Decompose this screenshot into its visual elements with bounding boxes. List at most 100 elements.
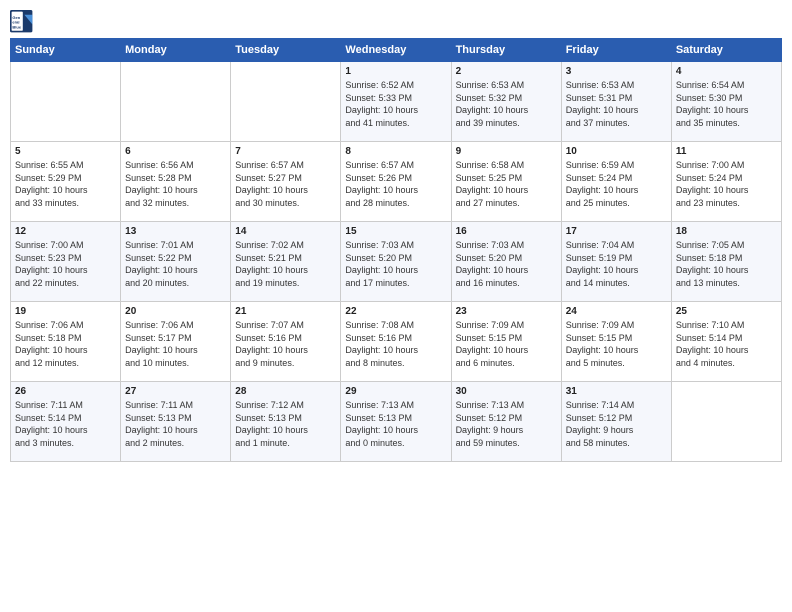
- svg-text:Blue: Blue: [12, 24, 21, 29]
- cell-info: Sunset: 5:27 PM: [235, 172, 336, 185]
- cell-info: and 13 minutes.: [676, 277, 777, 290]
- cell-info: Daylight: 10 hours: [235, 184, 336, 197]
- cell-info: and 59 minutes.: [456, 437, 557, 450]
- calendar-cell: 24Sunrise: 7:09 AMSunset: 5:15 PMDayligh…: [561, 302, 671, 382]
- cell-info: Sunset: 5:31 PM: [566, 92, 667, 105]
- cell-info: Sunset: 5:16 PM: [345, 332, 446, 345]
- day-number: 25: [676, 306, 777, 317]
- cell-info: Daylight: 9 hours: [456, 424, 557, 437]
- calendar-cell: 20Sunrise: 7:06 AMSunset: 5:17 PMDayligh…: [121, 302, 231, 382]
- calendar-cell: 16Sunrise: 7:03 AMSunset: 5:20 PMDayligh…: [451, 222, 561, 302]
- calendar-cell: 12Sunrise: 7:00 AMSunset: 5:23 PMDayligh…: [11, 222, 121, 302]
- cell-info: Sunrise: 7:05 AM: [676, 239, 777, 252]
- day-number: 10: [566, 146, 667, 157]
- calendar-cell: 17Sunrise: 7:04 AMSunset: 5:19 PMDayligh…: [561, 222, 671, 302]
- cell-info: Sunrise: 7:02 AM: [235, 239, 336, 252]
- calendar-cell: 18Sunrise: 7:05 AMSunset: 5:18 PMDayligh…: [671, 222, 781, 302]
- cell-info: and 17 minutes.: [345, 277, 446, 290]
- cell-info: Sunrise: 7:09 AM: [566, 319, 667, 332]
- day-number: 22: [345, 306, 446, 317]
- cell-info: and 19 minutes.: [235, 277, 336, 290]
- week-row-5: 26Sunrise: 7:11 AMSunset: 5:14 PMDayligh…: [11, 382, 782, 462]
- cell-info: Daylight: 10 hours: [15, 184, 116, 197]
- calendar-cell: 19Sunrise: 7:06 AMSunset: 5:18 PMDayligh…: [11, 302, 121, 382]
- day-number: 14: [235, 226, 336, 237]
- cell-info: Sunset: 5:20 PM: [345, 252, 446, 265]
- week-row-1: 1Sunrise: 6:52 AMSunset: 5:33 PMDaylight…: [11, 62, 782, 142]
- day-number: 3: [566, 66, 667, 77]
- calendar-cell: 7Sunrise: 6:57 AMSunset: 5:27 PMDaylight…: [231, 142, 341, 222]
- calendar-cell: 9Sunrise: 6:58 AMSunset: 5:25 PMDaylight…: [451, 142, 561, 222]
- day-number: 12: [15, 226, 116, 237]
- cell-info: and 8 minutes.: [345, 357, 446, 370]
- day-number: 1: [345, 66, 446, 77]
- calendar-cell: 5Sunrise: 6:55 AMSunset: 5:29 PMDaylight…: [11, 142, 121, 222]
- header-friday: Friday: [561, 39, 671, 62]
- cell-info: Sunset: 5:18 PM: [15, 332, 116, 345]
- calendar-cell: [121, 62, 231, 142]
- cell-info: Daylight: 10 hours: [456, 184, 557, 197]
- cell-info: Sunrise: 6:58 AM: [456, 159, 557, 172]
- cell-info: and 9 minutes.: [235, 357, 336, 370]
- header: Gen eral Blue: [10, 10, 782, 34]
- cell-info: Sunset: 5:15 PM: [456, 332, 557, 345]
- calendar-cell: 2Sunrise: 6:53 AMSunset: 5:32 PMDaylight…: [451, 62, 561, 142]
- cell-info: and 30 minutes.: [235, 197, 336, 210]
- cell-info: Daylight: 10 hours: [566, 264, 667, 277]
- cell-info: Daylight: 10 hours: [566, 104, 667, 117]
- cell-info: Sunset: 5:13 PM: [345, 412, 446, 425]
- cell-info: Daylight: 10 hours: [456, 264, 557, 277]
- day-number: 31: [566, 386, 667, 397]
- calendar-cell: 13Sunrise: 7:01 AMSunset: 5:22 PMDayligh…: [121, 222, 231, 302]
- cell-info: Sunset: 5:17 PM: [125, 332, 226, 345]
- cell-info: Daylight: 10 hours: [15, 344, 116, 357]
- week-row-4: 19Sunrise: 7:06 AMSunset: 5:18 PMDayligh…: [11, 302, 782, 382]
- cell-info: Sunset: 5:14 PM: [676, 332, 777, 345]
- cell-info: Sunrise: 7:13 AM: [345, 399, 446, 412]
- calendar-cell: 27Sunrise: 7:11 AMSunset: 5:13 PMDayligh…: [121, 382, 231, 462]
- calendar-cell: 22Sunrise: 7:08 AMSunset: 5:16 PMDayligh…: [341, 302, 451, 382]
- day-number: 5: [15, 146, 116, 157]
- cell-info: Sunset: 5:13 PM: [125, 412, 226, 425]
- calendar-cell: 26Sunrise: 7:11 AMSunset: 5:14 PMDayligh…: [11, 382, 121, 462]
- header-saturday: Saturday: [671, 39, 781, 62]
- cell-info: Sunset: 5:29 PM: [15, 172, 116, 185]
- cell-info: Sunrise: 7:03 AM: [456, 239, 557, 252]
- cell-info: Daylight: 10 hours: [235, 344, 336, 357]
- calendar-cell: 1Sunrise: 6:52 AMSunset: 5:33 PMDaylight…: [341, 62, 451, 142]
- cell-info: Sunrise: 6:52 AM: [345, 79, 446, 92]
- day-number: 13: [125, 226, 226, 237]
- cell-info: and 20 minutes.: [125, 277, 226, 290]
- cell-info: Sunrise: 7:06 AM: [125, 319, 226, 332]
- cell-info: Daylight: 10 hours: [235, 264, 336, 277]
- cell-info: Sunrise: 7:12 AM: [235, 399, 336, 412]
- day-number: 30: [456, 386, 557, 397]
- cell-info: Sunset: 5:30 PM: [676, 92, 777, 105]
- cell-info: Daylight: 9 hours: [566, 424, 667, 437]
- cell-info: and 25 minutes.: [566, 197, 667, 210]
- day-number: 20: [125, 306, 226, 317]
- cell-info: Sunset: 5:14 PM: [15, 412, 116, 425]
- cell-info: Daylight: 10 hours: [235, 424, 336, 437]
- cell-info: Sunrise: 6:53 AM: [566, 79, 667, 92]
- cell-info: Sunrise: 7:09 AM: [456, 319, 557, 332]
- cell-info: Sunset: 5:18 PM: [676, 252, 777, 265]
- calendar-table: SundayMondayTuesdayWednesdayThursdayFrid…: [10, 38, 782, 462]
- calendar-cell: 11Sunrise: 7:00 AMSunset: 5:24 PMDayligh…: [671, 142, 781, 222]
- cell-info: Sunrise: 7:08 AM: [345, 319, 446, 332]
- cell-info: Sunrise: 7:00 AM: [676, 159, 777, 172]
- cell-info: Daylight: 10 hours: [345, 104, 446, 117]
- cell-info: Sunrise: 6:53 AM: [456, 79, 557, 92]
- cell-info: Daylight: 10 hours: [676, 104, 777, 117]
- cell-info: and 4 minutes.: [676, 357, 777, 370]
- cell-info: and 6 minutes.: [456, 357, 557, 370]
- calendar-header-row: SundayMondayTuesdayWednesdayThursdayFrid…: [11, 39, 782, 62]
- cell-info: Daylight: 10 hours: [125, 264, 226, 277]
- cell-info: and 12 minutes.: [15, 357, 116, 370]
- cell-info: Daylight: 10 hours: [676, 264, 777, 277]
- cell-info: Sunset: 5:23 PM: [15, 252, 116, 265]
- cell-info: Daylight: 10 hours: [566, 184, 667, 197]
- cell-info: Sunrise: 7:11 AM: [125, 399, 226, 412]
- cell-info: and 14 minutes.: [566, 277, 667, 290]
- cell-info: Sunrise: 6:57 AM: [235, 159, 336, 172]
